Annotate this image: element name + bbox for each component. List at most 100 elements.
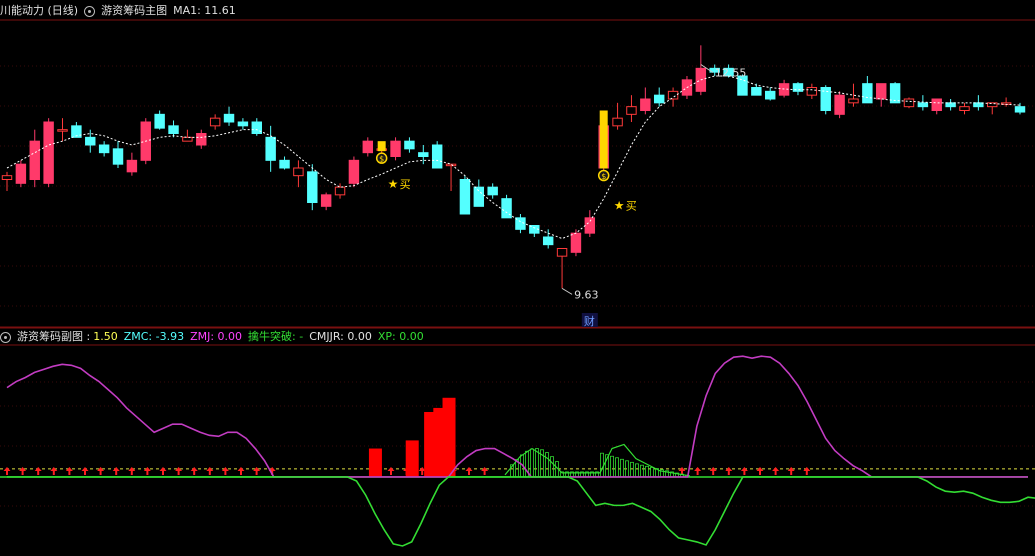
green-hist-bar	[620, 458, 624, 478]
candle-body	[362, 140, 374, 154]
candle-body	[626, 106, 637, 115]
up-arrow-icon	[81, 466, 89, 475]
candle-body	[390, 140, 401, 158]
candle-body	[334, 186, 346, 196]
candle-body	[15, 163, 27, 184]
candle-body	[112, 148, 124, 165]
candle-body	[653, 94, 665, 104]
cai-label: 财	[584, 314, 595, 328]
up-arrow-icon	[128, 466, 136, 475]
buy-label: 买	[626, 200, 637, 213]
candle-body	[945, 102, 956, 108]
candle-body	[459, 179, 471, 215]
up-arrow-icon	[50, 466, 58, 475]
signal-bar	[377, 141, 386, 152]
green-hist-bar	[630, 461, 634, 478]
star-icon: ★	[614, 199, 625, 213]
up-arrow-icon	[694, 466, 702, 475]
candle-body	[279, 159, 290, 169]
candle-body	[487, 186, 498, 196]
star-icon: ★	[388, 177, 399, 191]
up-arrow-icon	[34, 466, 42, 475]
money-bag-glyph: $	[379, 155, 384, 164]
candle-body	[43, 121, 54, 184]
candle-body	[542, 236, 554, 246]
up-arrow-icon	[725, 466, 733, 475]
candle-body	[98, 144, 110, 154]
candle-body	[765, 90, 776, 100]
up-arrow-icon	[97, 466, 105, 475]
green-hist-bar	[610, 455, 614, 478]
buy-label: 买	[400, 178, 411, 191]
green-hist-bar	[615, 457, 619, 478]
candle-body	[209, 117, 221, 127]
candle-body	[889, 83, 901, 104]
candle-body	[876, 83, 887, 100]
candle-body	[57, 129, 68, 132]
candle-body	[196, 133, 207, 146]
candle-body	[348, 159, 360, 184]
high-label: 12.55	[715, 67, 747, 80]
low-label: 9.63	[574, 288, 599, 301]
candle-body	[862, 83, 873, 104]
signal-bar	[599, 110, 608, 169]
candle-body	[404, 140, 415, 150]
candle-body	[307, 171, 318, 203]
low-arrow	[561, 287, 573, 295]
up-arrow-icon	[221, 466, 229, 475]
money-bag-glyph: $	[601, 172, 606, 181]
up-arrow-icon	[112, 466, 120, 475]
up-arrow-icon	[65, 466, 73, 475]
green-hist-bar	[635, 463, 639, 478]
up-arrow-icon	[740, 466, 748, 475]
candle-body	[584, 217, 596, 234]
candle-body	[251, 121, 262, 134]
candle-body	[806, 87, 818, 96]
green-hist-bar	[550, 456, 554, 478]
candle-body	[126, 159, 138, 173]
candle-body	[320, 194, 332, 207]
candle-body	[265, 136, 276, 161]
up-arrow-icon	[206, 466, 214, 475]
candle-body	[473, 186, 485, 207]
up-arrow-icon	[787, 466, 795, 475]
candle-body	[848, 98, 859, 104]
up-arrow-icon	[190, 466, 198, 475]
candle-body	[293, 167, 304, 177]
green-hist-bar	[640, 464, 644, 478]
candle-body	[431, 144, 443, 169]
up-arrow-icon	[756, 466, 764, 475]
candle-body	[640, 98, 651, 111]
candle-body	[154, 113, 165, 129]
up-arrow-icon	[772, 466, 780, 475]
candle-body	[612, 117, 623, 127]
green-hist-bar	[530, 448, 534, 478]
candle-body	[445, 163, 457, 167]
candle-body	[903, 98, 915, 108]
up-arrow-icon	[143, 466, 151, 475]
candle-body	[29, 140, 40, 181]
up-arrow-icon	[237, 466, 245, 475]
candle-body	[85, 136, 96, 146]
green-hist-bar	[600, 452, 604, 478]
candle-body	[931, 98, 942, 111]
up-arrow-icon	[159, 466, 167, 475]
red-volume-bar	[442, 397, 456, 477]
candle-body	[223, 113, 235, 123]
chart-canvas: 12.559.63$★ 买$★ 买财	[0, 19, 1035, 547]
red-volume-bar	[405, 440, 419, 477]
green-hist-bar	[645, 465, 649, 478]
candle-body	[237, 121, 249, 127]
candle-body	[1, 175, 13, 181]
green-hist-bar	[545, 452, 549, 478]
candle-body	[1014, 106, 1026, 113]
green-line	[7, 476, 1035, 547]
candle-body	[751, 87, 762, 96]
candle-body	[792, 83, 804, 92]
candle-body	[667, 90, 679, 100]
candle-body	[959, 106, 970, 111]
up-arrow-icon	[465, 466, 473, 475]
candle-body	[834, 94, 845, 115]
candle-body	[917, 102, 929, 108]
candle-body	[418, 152, 429, 158]
